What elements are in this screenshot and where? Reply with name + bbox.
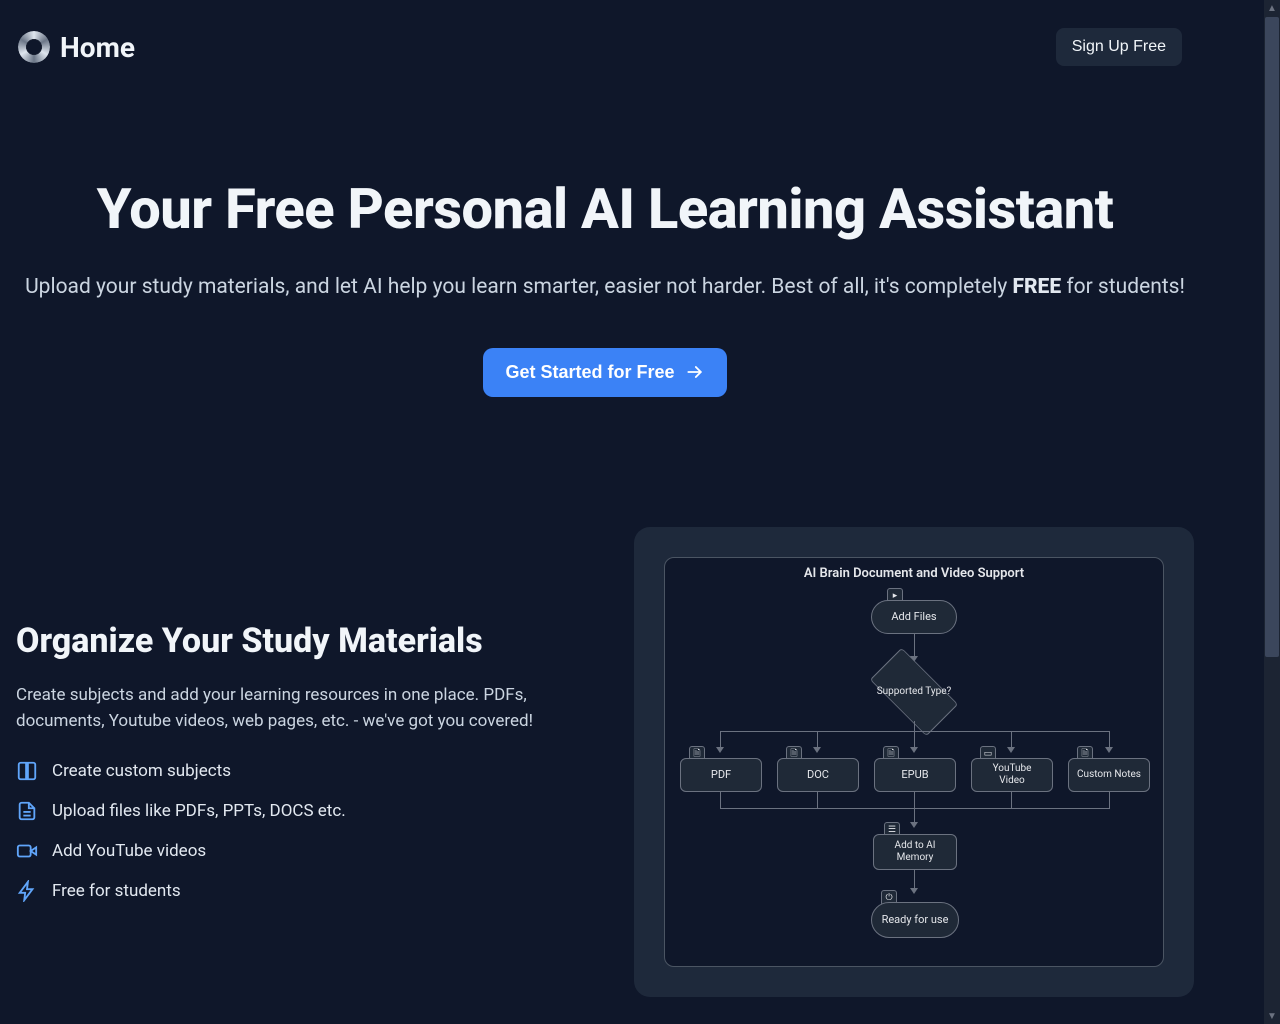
features-description: Create subjects and add your learning re… [16, 683, 594, 734]
hero-section: Your Free Personal AI Learning Assistant… [0, 176, 1210, 397]
node-label: Add to AI Memory [882, 840, 948, 864]
features-heading: Organize Your Study Materials [16, 621, 594, 661]
diagram-title: AI Brain Document and Video Support [665, 566, 1163, 581]
cta-label: Get Started for Free [505, 362, 674, 383]
bolt-icon [16, 880, 38, 902]
node-epub: EPUB [874, 758, 956, 792]
feature-item-upload: Upload files like PDFs, PPTs, DOCS etc. [16, 800, 594, 822]
home-link[interactable]: Home [60, 31, 135, 64]
book-icon [16, 760, 38, 782]
node-doc: DOC [777, 758, 859, 792]
node-ready: Ready for use [871, 902, 959, 938]
feature-label: Free for students [52, 881, 181, 901]
node-add-memory: Add to AI Memory [873, 834, 957, 870]
node-label: Supported Type? [877, 686, 952, 697]
flow-diagram: AI Brain Document and Video Support ▸ Ad… [664, 557, 1164, 967]
signup-button[interactable]: Sign Up Free [1056, 28, 1182, 66]
node-supported-type: Supported Type? [874, 662, 954, 722]
feature-item-free: Free for students [16, 880, 594, 902]
node-label: PDF [711, 768, 731, 781]
feature-item-subjects: Create custom subjects [16, 760, 594, 782]
brand[interactable]: Home [18, 31, 135, 64]
hero-sub-after: for students! [1061, 275, 1185, 299]
node-label: EPUB [901, 768, 928, 781]
features-text: Organize Your Study Materials Create sub… [16, 621, 594, 902]
node-label: Ready for use [882, 913, 949, 926]
hero-sub-before: Upload your study materials, and let AI … [25, 275, 1012, 299]
hero-sub-free: FREE [1012, 275, 1061, 299]
video-icon [16, 840, 38, 862]
node-pdf: PDF [680, 758, 762, 792]
hero-title: Your Free Personal AI Learning Assistant [24, 176, 1186, 242]
scroll-up-icon[interactable]: ▲ [1264, 0, 1280, 16]
feature-label: Upload files like PDFs, PPTs, DOCS etc. [52, 801, 346, 821]
feature-label: Create custom subjects [52, 761, 231, 781]
file-icon [16, 800, 38, 822]
node-youtube: YouTube Video [971, 758, 1053, 792]
scrollbar-thumb[interactable] [1265, 17, 1279, 657]
node-label: Custom Notes [1077, 769, 1141, 781]
node-add-files: Add Files [871, 600, 957, 634]
arrow-right-icon [685, 362, 705, 382]
hero-subtitle: Upload your study materials, and let AI … [24, 272, 1186, 304]
scrollbar-track[interactable]: ▲ ▼ [1264, 0, 1280, 1024]
feature-label: Add YouTube videos [52, 841, 206, 861]
node-label: DOC [807, 768, 829, 781]
node-notes: Custom Notes [1068, 758, 1150, 792]
node-label: YouTube Video [980, 763, 1044, 787]
diagram-card: AI Brain Document and Video Support ▸ Ad… [634, 527, 1194, 997]
logo-icon [18, 31, 50, 63]
feature-list: Create custom subjects Upload files like… [16, 760, 594, 902]
features-section: Organize Your Study Materials Create sub… [0, 527, 1210, 997]
node-label: Add Files [891, 610, 936, 623]
header: Home Sign Up Free [0, 0, 1200, 66]
scroll-down-icon[interactable]: ▼ [1264, 1008, 1280, 1024]
get-started-button[interactable]: Get Started for Free [483, 348, 726, 397]
feature-item-youtube: Add YouTube videos [16, 840, 594, 862]
